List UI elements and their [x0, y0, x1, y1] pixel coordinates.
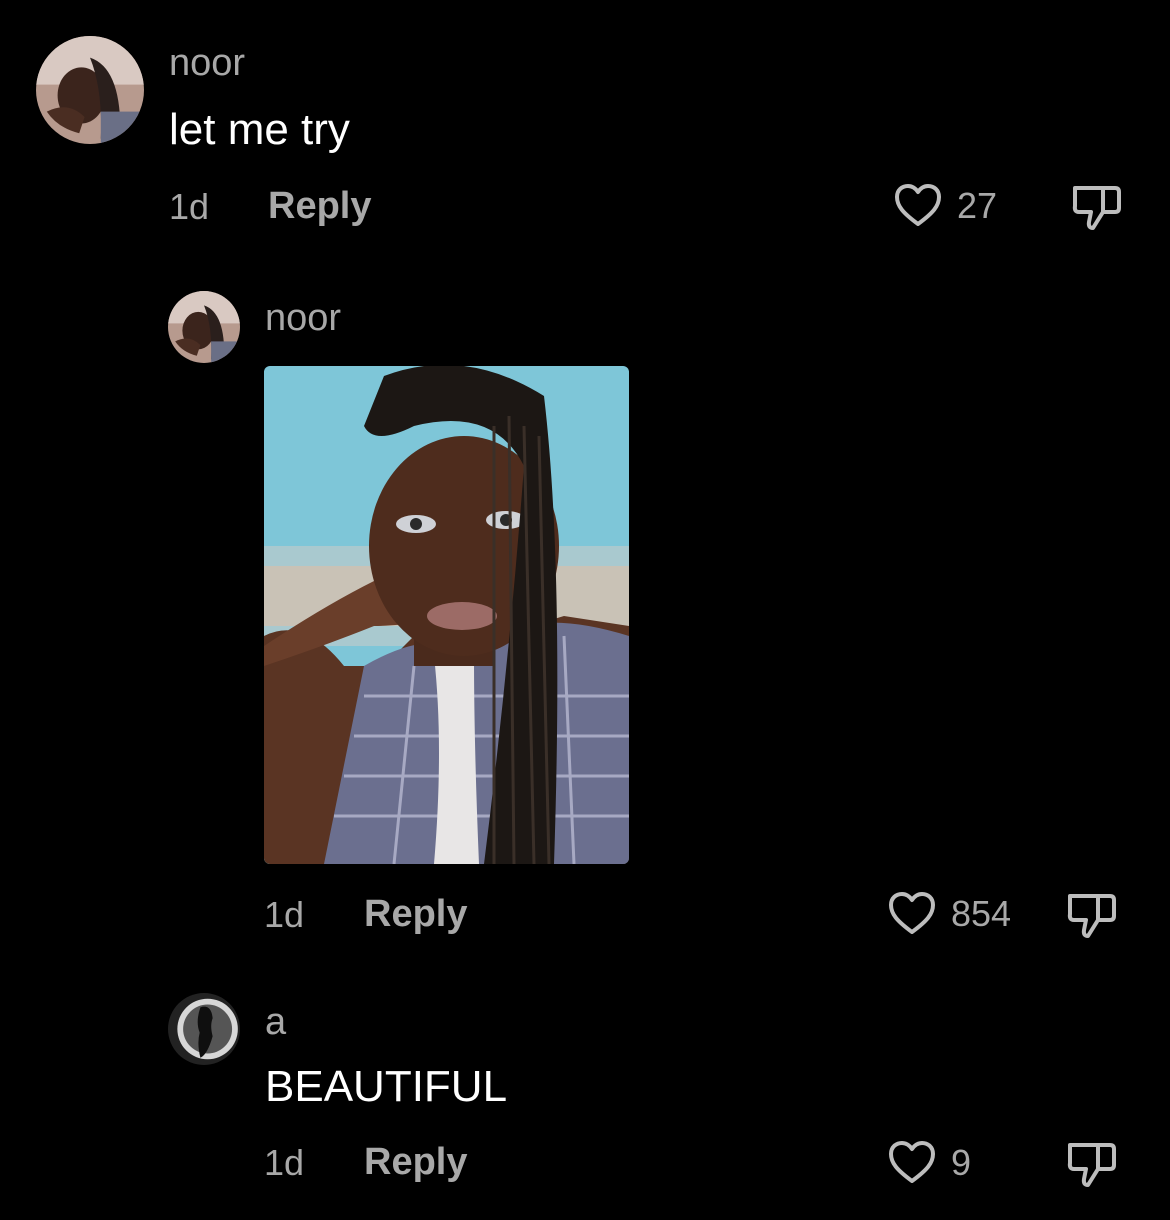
like-count: 9	[951, 1142, 972, 1183]
comment-timestamp: 1d	[264, 1142, 305, 1183]
thumbs-down-icon[interactable]	[1066, 1139, 1118, 1189]
avatar[interactable]	[168, 291, 240, 363]
comment-username[interactable]: noor	[265, 299, 341, 337]
reply-button[interactable]: Reply	[364, 895, 467, 933]
like-count: 854	[951, 893, 1012, 934]
heart-outline-icon[interactable]	[887, 1139, 937, 1185]
like-count: 27	[957, 185, 998, 226]
comment-timestamp: 1d	[264, 894, 305, 935]
comment-text: let me try	[169, 105, 350, 154]
heart-outline-icon[interactable]	[893, 182, 943, 228]
comment-username[interactable]: a	[265, 1003, 286, 1041]
reply-button[interactable]: Reply	[268, 187, 371, 225]
heart-outline-icon[interactable]	[887, 890, 937, 936]
thumbs-down-icon[interactable]	[1066, 890, 1118, 940]
comment-text: BEAUTIFUL	[265, 1062, 508, 1111]
comment-username[interactable]: noor	[169, 44, 245, 82]
avatar[interactable]	[168, 993, 240, 1065]
selfie-photo[interactable]	[264, 366, 629, 864]
comment-timestamp: 1d	[169, 186, 210, 227]
reply-button[interactable]: Reply	[364, 1143, 467, 1181]
thumbs-down-icon[interactable]	[1071, 182, 1123, 232]
avatar[interactable]	[36, 36, 144, 144]
